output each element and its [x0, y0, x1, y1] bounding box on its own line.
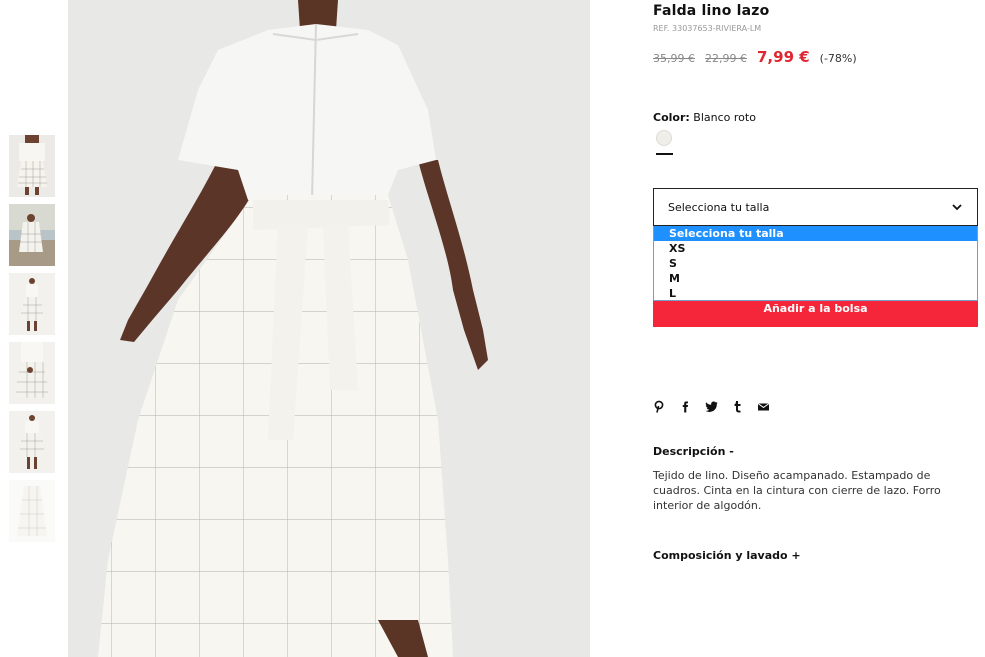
chevron-down-icon	[952, 204, 962, 211]
facebook-icon[interactable]	[679, 400, 692, 413]
price-current: 7,99 €	[757, 48, 810, 66]
thumbnail-5[interactable]	[9, 411, 55, 473]
thumbnail-6[interactable]	[9, 480, 55, 542]
product-title: Falda lino lazo	[653, 3, 770, 19]
color-info: Color: Blanco roto	[653, 111, 756, 124]
twitter-icon[interactable]	[705, 400, 718, 413]
product-reference: REF. 33037653-RIVIERA-LM	[653, 24, 762, 33]
description-text: Tejido de lino. Diseño acampanado. Estam…	[653, 469, 941, 512]
main-product-image[interactable]	[68, 0, 590, 657]
thumbnail-1[interactable]	[9, 135, 55, 197]
size-dropdown-list: Selecciona tu talla XS S M L	[653, 226, 978, 301]
size-option-placeholder[interactable]: Selecciona tu talla	[654, 226, 977, 241]
price-original: 35,99 €	[653, 52, 695, 65]
size-option-m[interactable]: M	[654, 271, 977, 286]
price-previous: 22,99 €	[705, 52, 747, 65]
size-option-s[interactable]: S	[654, 256, 977, 271]
product-page: Falda lino lazo REF. 33037653-RIVIERA-LM…	[0, 0, 985, 657]
share-icons	[653, 400, 770, 413]
swatch-selected-indicator	[656, 153, 673, 155]
color-swatch[interactable]	[656, 130, 672, 146]
size-select[interactable]: Selecciona tu talla	[653, 188, 978, 226]
add-to-bag-button[interactable]: Añadir a la bolsa	[653, 301, 978, 327]
price-row: 35,99 € 22,99 € 7,99 € (-78%)	[653, 48, 857, 66]
thumbnail-4[interactable]	[9, 342, 55, 404]
description-toggle[interactable]: Descripción -	[653, 445, 734, 458]
thumbnail-2[interactable]	[9, 204, 55, 266]
color-label: Color:	[653, 111, 690, 124]
size-option-l[interactable]: L	[654, 286, 977, 301]
thumbnail-3[interactable]	[9, 273, 55, 335]
composition-toggle[interactable]: Composición y lavado +	[653, 549, 801, 562]
thumbnail-gallery	[9, 135, 55, 549]
tumblr-icon[interactable]	[731, 400, 744, 413]
size-option-xs[interactable]: XS	[654, 241, 977, 256]
mail-icon[interactable]	[757, 400, 770, 413]
color-value: Blanco roto	[693, 111, 756, 124]
size-select-value: Selecciona tu talla	[668, 200, 770, 214]
discount-badge: (-78%)	[819, 52, 857, 65]
pinterest-icon[interactable]	[653, 400, 666, 413]
